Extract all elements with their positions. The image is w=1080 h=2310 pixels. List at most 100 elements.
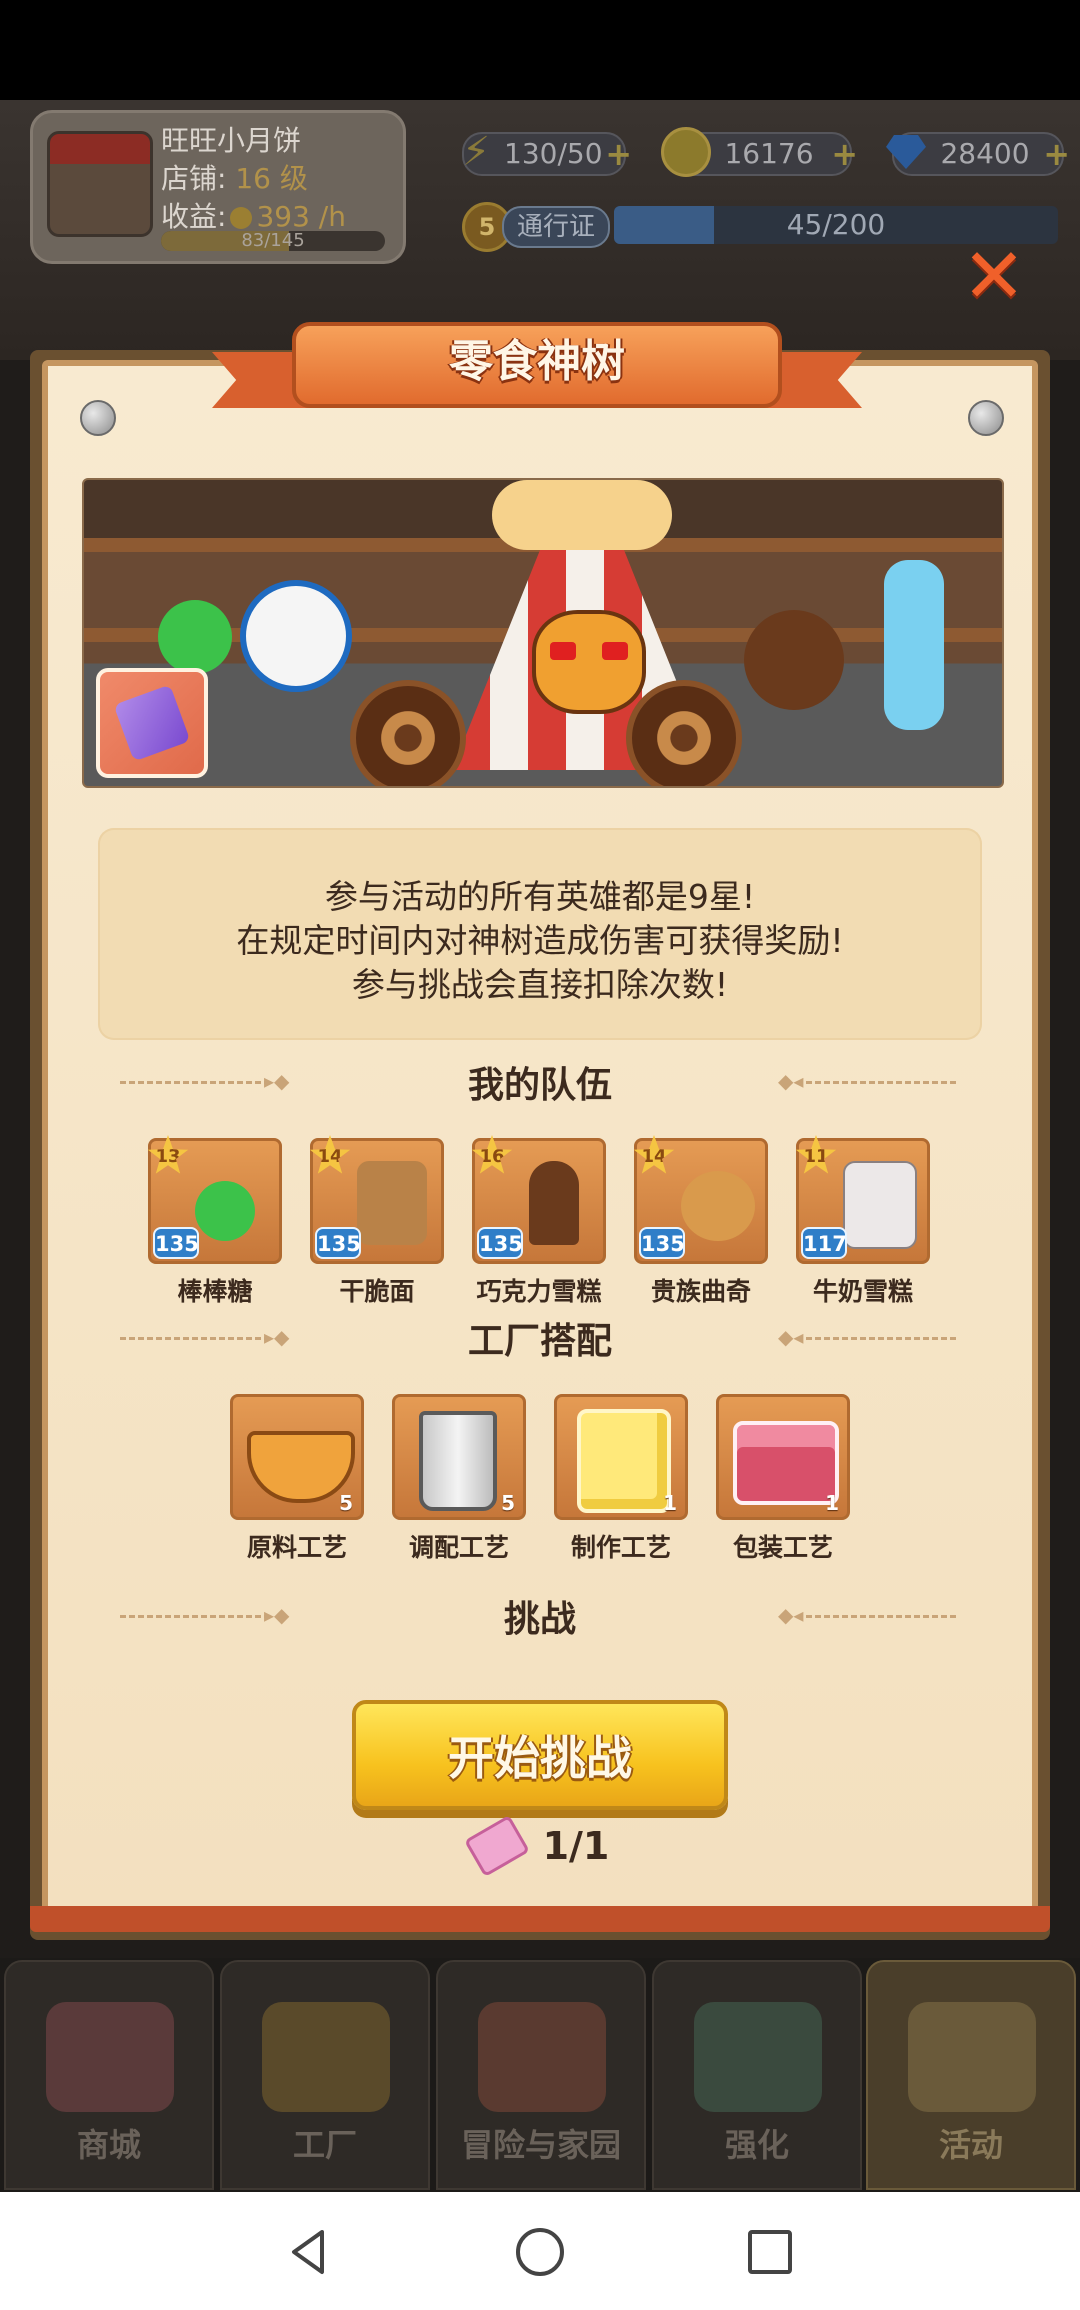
home-icon[interactable]: [514, 2226, 566, 2278]
back-icon[interactable]: [282, 2226, 334, 2278]
nav-tab-enhance[interactable]: 强化: [652, 1960, 862, 2190]
modal-title: 零食神树: [449, 336, 625, 387]
wheel-right: [626, 680, 742, 786]
wheel-left: [350, 680, 466, 786]
title-ribbon: 零食神树: [212, 322, 862, 418]
hero-star-badge: 14: [309, 1135, 351, 1174]
gem-value: 28400: [940, 137, 1030, 170]
factory-card: 5: [392, 1394, 526, 1520]
gem-counter[interactable]: 28400 +: [886, 132, 1070, 176]
factory-name: 包装工艺: [732, 1533, 833, 1562]
description-line: 参与挑战会直接扣除次数!: [351, 965, 729, 1004]
status-bar: [0, 0, 1080, 100]
close-x-icon: ✕: [962, 231, 1026, 320]
hero-name: 干脆面: [339, 1277, 415, 1306]
popcorn-top: [492, 480, 672, 550]
ticket-count: 1/1: [542, 1824, 610, 1868]
factory-card: 1: [554, 1394, 688, 1520]
coin-icon: [660, 126, 712, 178]
close-button[interactable]: ✕: [958, 231, 1030, 320]
hero-level-badge: 117: [801, 1227, 847, 1259]
hero-slot[interactable]: 11 117 牛奶雪糕: [795, 1135, 930, 1308]
nav-tab-events[interactable]: 活动: [866, 1960, 1076, 2190]
nav-tab-label: 强化: [724, 2126, 789, 2164]
hero-slot[interactable]: 14 135 贵族曲奇: [633, 1135, 768, 1308]
event-ticket-badge[interactable]: [96, 668, 208, 778]
hero-card: 11 117: [795, 1135, 930, 1264]
hero-card: 14 135: [633, 1135, 768, 1264]
measuring-cup-icon: [419, 1411, 497, 1511]
hero-slot[interactable]: 14 135 干脆面: [309, 1135, 444, 1308]
shop-info-card[interactable]: 旺旺小月饼 店铺: 16 级 收益: 393 /h 83/145: [30, 110, 406, 264]
pin-icon: [80, 400, 116, 436]
factory-slot[interactable]: 1 制作工艺: [554, 1394, 688, 1564]
factory-card: 5: [230, 1394, 364, 1520]
shop-name: 旺旺小月饼: [161, 124, 302, 157]
bottom-nav: 商城 工厂 冒险与家园 强化 活动: [0, 1958, 1080, 2192]
pin-icon: [968, 400, 1004, 436]
hero-portrait: [357, 1161, 427, 1245]
shop-avatar: [47, 131, 153, 237]
hero-level-badge: 135: [477, 1227, 523, 1259]
description-line: 参与活动的所有英雄都是9星!: [324, 877, 756, 916]
factory-slot[interactable]: 1 包装工艺: [716, 1394, 850, 1564]
factory-icon: [262, 2002, 390, 2112]
add-energy-icon[interactable]: +: [605, 134, 632, 174]
challenge-section-title: 挑战: [503, 1599, 576, 1640]
adventure-icon: [478, 2002, 606, 2112]
hero-star-badge: 11: [795, 1135, 837, 1174]
hero-portrait: [843, 1161, 917, 1249]
add-coins-icon[interactable]: +: [831, 134, 858, 174]
nav-tab-adventure[interactable]: 冒险与家园: [436, 1960, 646, 2190]
factory-section-title: 工厂搭配: [467, 1321, 612, 1362]
start-challenge-label: 开始挑战: [448, 1731, 632, 1785]
diamond-icon: [880, 126, 932, 178]
bottle-hero: [884, 560, 944, 730]
factory-card: 1: [716, 1394, 850, 1520]
hero-portrait: [529, 1161, 579, 1245]
hero-star-badge: 16: [471, 1135, 513, 1174]
cookie-hero: [744, 610, 844, 710]
factory-slot[interactable]: 5 原料工艺: [230, 1394, 364, 1564]
lightning-icon: ⚡: [461, 129, 491, 175]
coin-icon: [230, 207, 253, 229]
add-gems-icon[interactable]: +: [1043, 134, 1070, 174]
coin-value: 16176: [724, 137, 814, 170]
nav-tab-factory[interactable]: 工厂: [220, 1960, 430, 2190]
energy-value: 130/50: [504, 137, 603, 170]
team-section-title: 我的队伍: [467, 1065, 612, 1106]
hero-star-badge: 14: [633, 1135, 675, 1174]
energy-counter[interactable]: ⚡ 130/50 +: [462, 129, 632, 176]
megaphone-icon: [908, 2002, 1036, 2112]
coin-counter[interactable]: 16176 +: [661, 127, 858, 177]
shop-cart-icon: [46, 2002, 174, 2112]
recents-icon[interactable]: [744, 2226, 796, 2278]
hero-slot[interactable]: 16 135 巧克力雪糕: [471, 1135, 606, 1308]
battle-pass-button[interactable]: 通行证: [502, 206, 610, 248]
hero-name: 贵族曲奇: [650, 1277, 751, 1306]
start-challenge-button[interactable]: 开始挑战: [352, 1700, 728, 1810]
hero-slot[interactable]: 13 135 棒棒糖: [147, 1135, 282, 1308]
modal-bottom-edge: [30, 1906, 1050, 1932]
boss-face: [532, 610, 646, 714]
nav-tab-label: 冒险与家园: [460, 2126, 621, 2164]
hero-name: 牛奶雪糕: [812, 1277, 913, 1306]
hero-star-badge: 13: [147, 1135, 189, 1174]
factory-slot[interactable]: 5 调配工艺: [392, 1394, 526, 1564]
description-line: 在规定时间内对神树造成伤害可获得奖励!: [236, 921, 844, 960]
factory-count: 1: [663, 1491, 677, 1515]
ticket-counter: 1/1: [0, 1814, 1080, 1878]
hero-name: 棒棒糖: [177, 1277, 253, 1306]
nav-tab-label: 工厂: [292, 2126, 357, 2164]
factory-name: 调配工艺: [408, 1533, 509, 1562]
factory-name: 制作工艺: [570, 1533, 671, 1562]
factory-count: 5: [501, 1491, 515, 1515]
shop-income: 收益: 393 /h: [161, 200, 346, 233]
shop-xp-bar: 83/145: [161, 231, 385, 251]
hero-portrait: [681, 1171, 755, 1241]
factory-count: 1: [825, 1491, 839, 1515]
hero-level-badge: 135: [639, 1227, 685, 1259]
ticket-crystal-icon: [113, 684, 191, 762]
shop-level: 店铺: 16 级: [161, 162, 308, 195]
nav-tab-shop[interactable]: 商城: [4, 1960, 214, 2190]
